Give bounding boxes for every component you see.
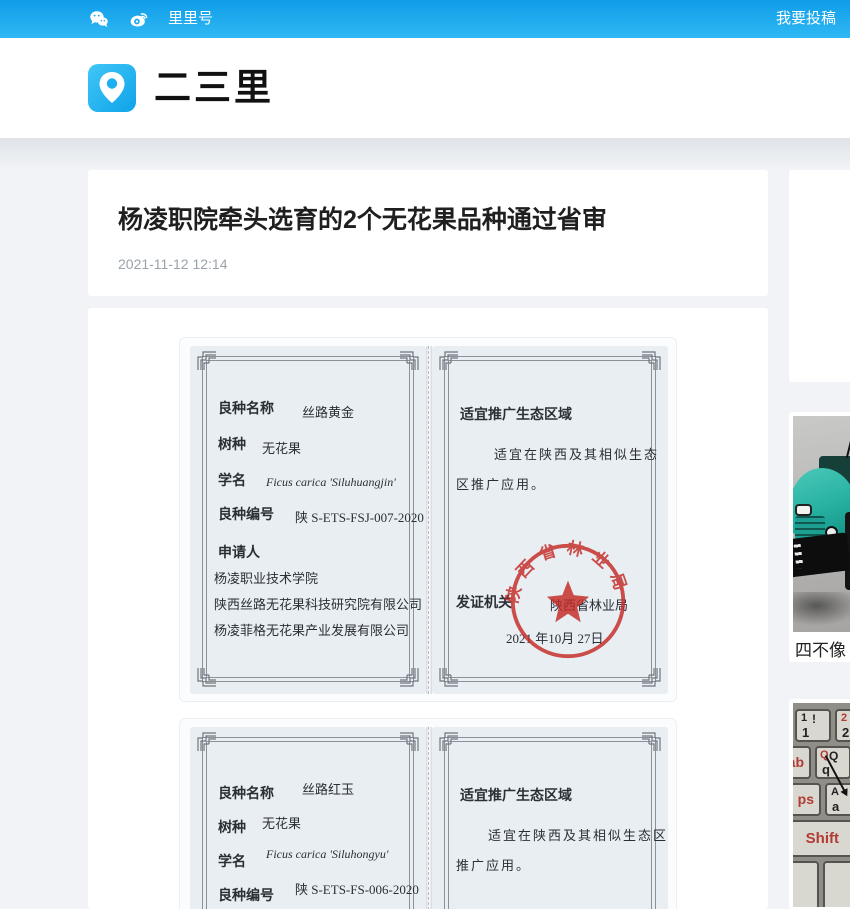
key-char: 1 (801, 712, 808, 724)
truck-bumper-shape (793, 532, 850, 578)
region-title: 适宜推广生态区域 (460, 789, 572, 804)
truck-headlight-shape (797, 506, 810, 514)
site-logo[interactable] (88, 64, 136, 112)
issuer-label: 发证机关 (456, 596, 512, 611)
corner-ornament-icon (399, 667, 421, 689)
site-name[interactable]: 二三里 (154, 38, 274, 138)
submit-post-button[interactable]: 我要投稿 (776, 0, 836, 38)
field-label: 学名 (218, 474, 246, 489)
field-label: 良种编号 (218, 889, 274, 904)
location-pin-icon (99, 72, 125, 103)
certificate2-right-page: 适宜推广生态区域 适宜在陕西及其相似生态区 推广应用。 (432, 727, 668, 909)
corner-ornament-icon (195, 667, 217, 689)
field-value: 无花果 (262, 441, 302, 456)
key-char: A (831, 786, 839, 798)
corner-ornament-icon (641, 349, 663, 371)
top-bar: 里里号 我要投稿 (0, 0, 850, 38)
key-char: Shift (805, 830, 839, 847)
key-char: 1 (802, 725, 810, 740)
keyboard-key (793, 861, 819, 907)
keyboard-key (823, 861, 850, 907)
keyboard-key-q: Q Q q (815, 746, 850, 779)
field-label: 树种 (218, 438, 246, 453)
field-label: 学名 (218, 855, 246, 870)
certificate-photo-2: 良种名称 丝路红玉 树种 无花果 学名 Ficus carica 'Siluho… (179, 718, 677, 909)
corner-ornament-icon (437, 667, 459, 689)
applicant: 陕西丝路无花果科技研究院有限公司 (214, 597, 423, 612)
region-line: 推广应用。 (456, 858, 532, 873)
keyboard-key-tab: ab (793, 746, 811, 779)
field-value: 丝路红玉 (302, 782, 355, 797)
corner-ornament-icon (195, 349, 217, 371)
page-border (444, 737, 656, 909)
truck-thumbnail-image[interactable] (793, 416, 850, 632)
region-line: 适宜在陕西及其相似生态 (494, 447, 660, 462)
corner-ornament-icon (195, 730, 217, 752)
keyboard-thumbnail-image[interactable]: 1 ! 1 2 2 ab Q Q q ps A a Shift (793, 703, 850, 907)
corner-ornament-icon (437, 349, 459, 371)
header-shadow-band (0, 138, 850, 172)
certificate-photo-1: 良种名称 丝路黄金 树种 无花果 学名 Ficus carica 'Siluhu… (179, 337, 677, 702)
key-char: ps (797, 791, 814, 807)
field-value: 陕 S-ETS-FSJ-007-2020 (295, 510, 424, 525)
corner-ornament-icon (399, 730, 421, 752)
truck-mirror-shape (845, 432, 850, 458)
article-title-card: 杨凌职院牵头选育的2个无花果品种通过省审 2021-11-12 12:14 (88, 170, 768, 296)
key-char: 2 (841, 712, 848, 724)
key-char: 2 (842, 725, 850, 740)
article-body-card: 良种名称 丝路黄金 树种 无花果 学名 Ficus carica 'Siluhu… (88, 308, 768, 909)
bumper-marks (793, 543, 804, 569)
certificate1-right-page: 适宜推广生态区域 适宜在陕西及其相似生态 区推广应用。 发证机关 陕西省林业局 … (432, 346, 668, 694)
corner-ornament-icon (437, 730, 459, 752)
sidebar-article-keyboard[interactable]: 1 ! 1 2 2 ab Q Q q ps A a Shift (789, 699, 850, 909)
wechat-icon[interactable] (89, 9, 109, 29)
field-label: 良种名称 (218, 787, 274, 802)
sidebar-card-empty[interactable] (789, 170, 850, 382)
official-red-stamp: 陕西省林业局 (505, 538, 626, 659)
keyboard-key-caps: ps (793, 783, 821, 816)
topbar-brand-link[interactable]: 里里号 (168, 0, 213, 38)
field-value: 无花果 (262, 816, 302, 831)
field-value: Ficus carica 'Siluhongyu' (266, 847, 389, 861)
field-value: 丝路黄金 (302, 405, 355, 420)
field-label: 良种名称 (218, 402, 274, 417)
key-char: a (832, 799, 840, 814)
certificate1-left-page: 良种名称 丝路黄金 树种 无花果 学名 Ficus carica 'Siluhu… (190, 346, 426, 694)
keyboard-key: 1 ! 1 (795, 709, 831, 742)
field-value: 陕 S-ETS-FS-006-2020 (295, 882, 419, 897)
keyboard-key: 2 2 (835, 709, 850, 742)
certificate2-left-page: 良种名称 丝路红玉 树种 无花果 学名 Ficus carica 'Siluho… (190, 727, 426, 909)
applicant-label: 申请人 (218, 546, 260, 561)
corner-ornament-icon (641, 667, 663, 689)
region-line: 区推广应用。 (456, 477, 547, 492)
region-title: 适宜推广生态区域 (460, 408, 572, 423)
corner-ornament-icon (641, 730, 663, 752)
key-char: ab (793, 754, 804, 770)
site-header: 二三里 (0, 38, 850, 138)
field-label: 良种编号 (218, 508, 274, 523)
article-title: 杨凌职院牵头选育的2个无花果品种通过省审 (118, 206, 607, 234)
region-line: 适宜在陕西及其相似生态区 (488, 828, 669, 843)
key-char: ! (812, 712, 816, 726)
sidebar-article-caption[interactable]: 四不像 (795, 636, 850, 661)
weibo-icon[interactable] (129, 9, 149, 29)
applicant: 杨凌职业技术学院 (214, 571, 319, 586)
article-date: 2021-11-12 12:14 (118, 256, 228, 272)
field-value: Ficus carica 'Siluhuangjin' (266, 475, 396, 489)
field-label: 树种 (218, 821, 246, 836)
keyboard-key-shift: Shift (793, 820, 850, 857)
corner-ornament-icon (399, 349, 421, 371)
truck-shadow-shape (793, 592, 850, 626)
sidebar-article-truck[interactable]: 四不像 (789, 412, 850, 662)
key-char: Q (829, 749, 839, 763)
applicant: 杨凌菲格无花果产业发展有限公司 (214, 623, 410, 638)
